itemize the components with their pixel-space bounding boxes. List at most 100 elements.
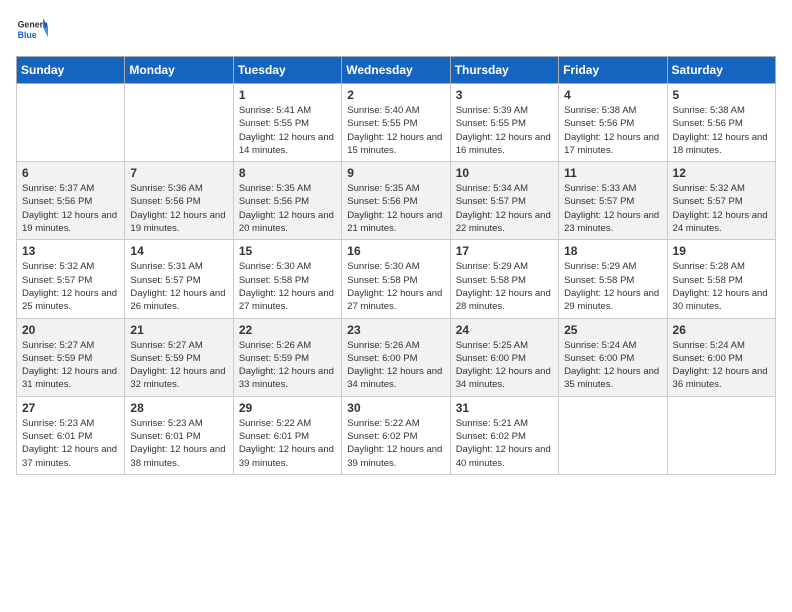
day-info: Sunrise: 5:27 AMSunset: 5:59 PMDaylight:…	[130, 339, 227, 392]
logo: General Blue	[16, 16, 48, 44]
calendar-week-row: 6Sunrise: 5:37 AMSunset: 5:56 PMDaylight…	[17, 162, 776, 240]
day-info: Sunrise: 5:27 AMSunset: 5:59 PMDaylight:…	[22, 339, 119, 392]
day-number: 2	[347, 88, 444, 102]
day-info: Sunrise: 5:35 AMSunset: 5:56 PMDaylight:…	[239, 182, 336, 235]
calendar-cell: 20Sunrise: 5:27 AMSunset: 5:59 PMDayligh…	[17, 318, 125, 396]
day-number: 13	[22, 244, 119, 258]
day-number: 17	[456, 244, 553, 258]
calendar-table: SundayMondayTuesdayWednesdayThursdayFrid…	[16, 56, 776, 475]
day-info: Sunrise: 5:32 AMSunset: 5:57 PMDaylight:…	[673, 182, 770, 235]
calendar-cell: 3 Sunrise: 5:39 AMSunset: 5:55 PMDaylight…	[450, 84, 558, 162]
day-info: Sunrise: 5:21 AMSunset: 6:02 PMDaylight:…	[456, 417, 553, 470]
day-info: Sunrise: 5:34 AMSunset: 5:57 PMDaylight:…	[456, 182, 553, 235]
column-header-thursday: Thursday	[450, 57, 558, 84]
day-info: Sunrise: 5:26 AMSunset: 6:00 PMDaylight:…	[347, 339, 444, 392]
column-header-saturday: Saturday	[667, 57, 775, 84]
day-number: 21	[130, 323, 227, 337]
calendar-cell: 16Sunrise: 5:30 AMSunset: 5:58 PMDayligh…	[342, 240, 450, 318]
day-number: 24	[456, 323, 553, 337]
column-header-friday: Friday	[559, 57, 667, 84]
day-number: 12	[673, 166, 770, 180]
day-number: 23	[347, 323, 444, 337]
calendar-cell	[559, 396, 667, 474]
calendar-cell: 22Sunrise: 5:26 AMSunset: 5:59 PMDayligh…	[233, 318, 341, 396]
calendar-cell: 19 Sunrise: 5:28 AMSunset: 5:58 PMDayligh…	[667, 240, 775, 318]
day-number: 19	[673, 244, 770, 258]
calendar-cell: 17 Sunrise: 5:29 AMSunset: 5:58 PMDayligh…	[450, 240, 558, 318]
calendar-cell: 6Sunrise: 5:37 AMSunset: 5:56 PMDaylight…	[17, 162, 125, 240]
calendar-cell: 5Sunrise: 5:38 AMSunset: 5:56 PMDaylight…	[667, 84, 775, 162]
day-info: Sunrise: 5:22 AMSunset: 6:01 PMDaylight:…	[239, 417, 336, 470]
calendar-week-row: 27Sunrise: 5:23 AMSunset: 6:01 PMDayligh…	[17, 396, 776, 474]
day-info: Sunrise: 5:23 AMSunset: 6:01 PMDaylight:…	[22, 417, 119, 470]
calendar-cell: 8 Sunrise: 5:35 AMSunset: 5:56 PMDaylight…	[233, 162, 341, 240]
day-number: 25	[564, 323, 661, 337]
day-number: 9	[347, 166, 444, 180]
page-header: General Blue	[16, 16, 776, 44]
day-info: Sunrise: 5:33 AMSunset: 5:57 PMDaylight:…	[564, 182, 661, 235]
calendar-cell: 9 Sunrise: 5:35 AMSunset: 5:56 PMDaylight…	[342, 162, 450, 240]
day-number: 1	[239, 88, 336, 102]
calendar-cell: 18 Sunrise: 5:29 AMSunset: 5:58 PMDayligh…	[559, 240, 667, 318]
calendar-cell: 4 Sunrise: 5:38 AMSunset: 5:56 PMDaylight…	[559, 84, 667, 162]
day-info: Sunrise: 5:26 AMSunset: 5:59 PMDaylight:…	[239, 339, 336, 392]
calendar-cell: 26 Sunrise: 5:24 AMSunset: 6:00 PMDayligh…	[667, 318, 775, 396]
day-info: Sunrise: 5:24 AMSunset: 6:00 PMDaylight:…	[564, 339, 661, 392]
day-number: 18	[564, 244, 661, 258]
day-info: Sunrise: 5:22 AMSunset: 6:02 PMDaylight:…	[347, 417, 444, 470]
calendar-cell: 21 Sunrise: 5:27 AMSunset: 5:59 PMDayligh…	[125, 318, 233, 396]
calendar-cell: 12 Sunrise: 5:32 AMSunset: 5:57 PMDayligh…	[667, 162, 775, 240]
calendar-cell	[17, 84, 125, 162]
day-info: Sunrise: 5:29 AMSunset: 5:58 PMDaylight:…	[456, 260, 553, 313]
day-number: 7	[130, 166, 227, 180]
calendar-week-row: 20Sunrise: 5:27 AMSunset: 5:59 PMDayligh…	[17, 318, 776, 396]
calendar-cell: 27Sunrise: 5:23 AMSunset: 6:01 PMDayligh…	[17, 396, 125, 474]
day-number: 26	[673, 323, 770, 337]
calendar-cell: 29 Sunrise: 5:22 AMSunset: 6:01 PMDayligh…	[233, 396, 341, 474]
day-number: 10	[456, 166, 553, 180]
calendar-week-row: 13Sunrise: 5:32 AMSunset: 5:57 PMDayligh…	[17, 240, 776, 318]
day-info: Sunrise: 5:40 AMSunset: 5:55 PMDaylight:…	[347, 104, 444, 157]
day-info: Sunrise: 5:36 AMSunset: 5:56 PMDaylight:…	[130, 182, 227, 235]
day-info: Sunrise: 5:38 AMSunset: 5:56 PMDaylight:…	[673, 104, 770, 157]
calendar-cell: 23 Sunrise: 5:26 AMSunset: 6:00 PMDayligh…	[342, 318, 450, 396]
calendar-cell: 14Sunrise: 5:31 AMSunset: 5:57 PMDayligh…	[125, 240, 233, 318]
logo-icon: General Blue	[16, 16, 48, 44]
calendar-cell: 24 Sunrise: 5:25 AMSunset: 6:00 PMDayligh…	[450, 318, 558, 396]
day-number: 3	[456, 88, 553, 102]
day-info: Sunrise: 5:24 AMSunset: 6:00 PMDaylight:…	[673, 339, 770, 392]
day-info: Sunrise: 5:23 AMSunset: 6:01 PMDaylight:…	[130, 417, 227, 470]
calendar-cell: 7 Sunrise: 5:36 AMSunset: 5:56 PMDaylight…	[125, 162, 233, 240]
calendar-cell: 10 Sunrise: 5:34 AMSunset: 5:57 PMDayligh…	[450, 162, 558, 240]
day-info: Sunrise: 5:31 AMSunset: 5:57 PMDaylight:…	[130, 260, 227, 313]
calendar-week-row: 1 Sunrise: 5:41 AMSunset: 5:55 PMDaylight…	[17, 84, 776, 162]
calendar-cell	[667, 396, 775, 474]
column-header-tuesday: Tuesday	[233, 57, 341, 84]
day-info: Sunrise: 5:39 AMSunset: 5:55 PMDaylight:…	[456, 104, 553, 157]
day-number: 30	[347, 401, 444, 415]
day-number: 8	[239, 166, 336, 180]
day-number: 6	[22, 166, 119, 180]
svg-text:Blue: Blue	[18, 30, 37, 40]
day-number: 4	[564, 88, 661, 102]
calendar-cell: 2 Sunrise: 5:40 AMSunset: 5:55 PMDaylight…	[342, 84, 450, 162]
calendar-cell: 1 Sunrise: 5:41 AMSunset: 5:55 PMDaylight…	[233, 84, 341, 162]
day-info: Sunrise: 5:25 AMSunset: 6:00 PMDaylight:…	[456, 339, 553, 392]
calendar-cell	[125, 84, 233, 162]
calendar-cell: 13Sunrise: 5:32 AMSunset: 5:57 PMDayligh…	[17, 240, 125, 318]
day-info: Sunrise: 5:41 AMSunset: 5:55 PMDaylight:…	[239, 104, 336, 157]
column-header-sunday: Sunday	[17, 57, 125, 84]
day-number: 11	[564, 166, 661, 180]
calendar-cell: 15 Sunrise: 5:30 AMSunset: 5:58 PMDayligh…	[233, 240, 341, 318]
day-info: Sunrise: 5:28 AMSunset: 5:58 PMDaylight:…	[673, 260, 770, 313]
day-info: Sunrise: 5:29 AMSunset: 5:58 PMDaylight:…	[564, 260, 661, 313]
calendar-cell: 25 Sunrise: 5:24 AMSunset: 6:00 PMDayligh…	[559, 318, 667, 396]
column-header-wednesday: Wednesday	[342, 57, 450, 84]
day-number: 29	[239, 401, 336, 415]
day-number: 15	[239, 244, 336, 258]
calendar-cell: 30 Sunrise: 5:22 AMSunset: 6:02 PMDayligh…	[342, 396, 450, 474]
day-number: 16	[347, 244, 444, 258]
day-info: Sunrise: 5:35 AMSunset: 5:56 PMDaylight:…	[347, 182, 444, 235]
day-info: Sunrise: 5:38 AMSunset: 5:56 PMDaylight:…	[564, 104, 661, 157]
day-info: Sunrise: 5:30 AMSunset: 5:58 PMDaylight:…	[239, 260, 336, 313]
